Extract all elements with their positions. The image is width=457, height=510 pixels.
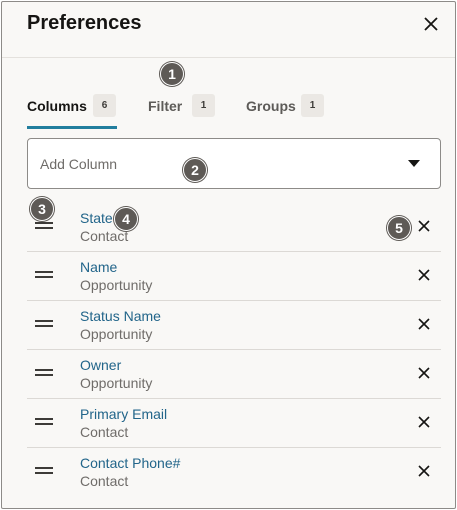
- tab-label: Columns: [27, 98, 87, 114]
- header-divider: [2, 57, 455, 58]
- column-name[interactable]: Status Name: [80, 308, 161, 324]
- close-icon: [418, 318, 430, 330]
- tab-columns[interactable]: Columns 6: [27, 92, 117, 130]
- selected-columns-list: State Contact Name Opportunity Status Na…: [27, 203, 441, 497]
- close-icon: [418, 269, 430, 281]
- column-source: Contact: [80, 228, 129, 244]
- drag-handle-icon[interactable]: [35, 369, 53, 377]
- close-icon: [418, 220, 430, 232]
- list-item: Status Name Opportunity: [27, 301, 441, 350]
- callout-marker: 1: [160, 62, 184, 86]
- close-icon: [418, 465, 430, 477]
- column-source: Opportunity: [80, 326, 153, 342]
- column-name[interactable]: State: [80, 210, 113, 226]
- list-item: Name Opportunity: [27, 252, 441, 301]
- callout-marker: 3: [30, 197, 54, 221]
- tab-count-badge: 1: [301, 94, 324, 117]
- column-name[interactable]: Owner: [80, 357, 121, 373]
- tab-bar: Columns 6 Filter 1 Groups 1: [27, 92, 437, 130]
- chevron-down-icon: [408, 160, 420, 167]
- column-source: Opportunity: [80, 375, 153, 391]
- column-name[interactable]: Name: [80, 259, 117, 275]
- remove-column-button[interactable]: [414, 363, 434, 383]
- close-icon: [424, 17, 438, 31]
- remove-column-button[interactable]: [414, 265, 434, 285]
- close-icon: [418, 416, 430, 428]
- remove-column-button[interactable]: [414, 461, 434, 481]
- add-column-select[interactable]: Add Column: [27, 138, 441, 189]
- list-item: Owner Opportunity: [27, 350, 441, 399]
- column-source: Contact: [80, 424, 129, 440]
- remove-column-button[interactable]: [414, 216, 434, 236]
- drag-handle-icon[interactable]: [35, 467, 53, 475]
- drag-handle-icon[interactable]: [35, 320, 53, 328]
- list-item: State Contact: [27, 203, 441, 252]
- remove-column-button[interactable]: [414, 314, 434, 334]
- page-title: Preferences: [27, 12, 142, 34]
- column-source: Opportunity: [80, 277, 153, 293]
- active-tab-indicator: [27, 126, 117, 129]
- column-name[interactable]: Primary Email: [80, 406, 167, 422]
- tab-label: Filter: [148, 98, 183, 114]
- drag-handle-icon[interactable]: [35, 222, 53, 230]
- callout-marker: 4: [114, 207, 138, 231]
- close-button[interactable]: [420, 13, 442, 35]
- preferences-panel: Preferences Columns 6 Filter 1 Groups 1 …: [1, 1, 456, 509]
- add-column-placeholder: Add Column: [40, 156, 118, 172]
- column-source: Contact: [80, 473, 129, 489]
- panel-header: Preferences: [2, 2, 455, 57]
- tab-count-badge: 6: [93, 94, 116, 117]
- list-item: Primary Email Contact: [27, 399, 441, 448]
- drag-handle-icon[interactable]: [35, 271, 53, 279]
- tab-count-badge: 1: [192, 94, 215, 117]
- tab-filter[interactable]: Filter 1: [148, 92, 218, 130]
- remove-column-button[interactable]: [414, 412, 434, 432]
- tab-groups[interactable]: Groups 1: [246, 92, 326, 130]
- callout-marker: 5: [387, 216, 411, 240]
- tab-label: Groups: [246, 98, 296, 114]
- callout-marker: 2: [183, 158, 207, 182]
- list-item: Contact Phone# Contact: [27, 448, 441, 497]
- column-name[interactable]: Contact Phone#: [80, 455, 180, 471]
- drag-handle-icon[interactable]: [35, 418, 53, 426]
- close-icon: [418, 367, 430, 379]
